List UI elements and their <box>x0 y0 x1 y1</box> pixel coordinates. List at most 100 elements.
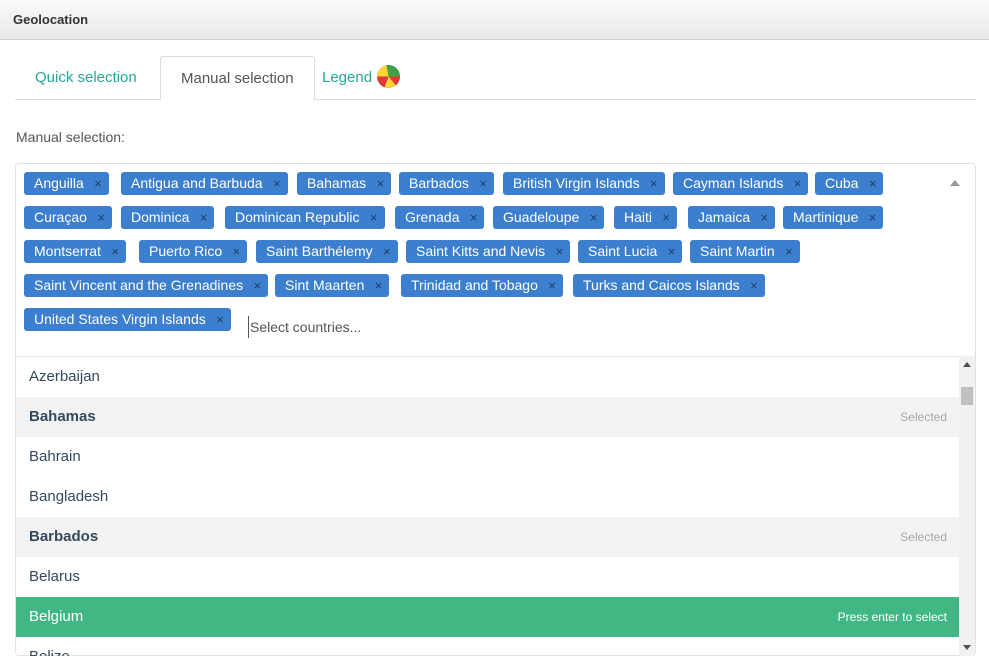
remove-tag-icon[interactable]: × <box>370 206 378 229</box>
tag-label: Antigua and Barbuda <box>131 175 263 191</box>
option-label: Belarus <box>29 568 80 585</box>
tag-curacao: Curaçao × <box>24 206 112 229</box>
option-azerbaijan[interactable]: Azerbaijan <box>16 357 959 397</box>
tag-label: Saint Barthélemy <box>266 243 373 259</box>
tag-barbados: Barbados × <box>399 172 494 195</box>
remove-tag-icon[interactable]: × <box>94 172 102 195</box>
tag-bahamas: Bahamas × <box>297 172 392 195</box>
tag-label: British Virgin Islands <box>513 175 640 191</box>
tag-label: Saint Lucia <box>588 243 658 259</box>
tag-jamaica: Jamaica × <box>688 206 776 229</box>
remove-tag-icon[interactable]: × <box>111 240 119 263</box>
remove-tag-icon[interactable]: × <box>794 172 802 195</box>
remove-tag-icon[interactable]: × <box>200 206 208 229</box>
tag-label: Saint Vincent and the Grenadines <box>34 277 244 293</box>
tag-cayman-islands: Cayman Islands × <box>673 172 809 195</box>
tab-label: Legend <box>322 69 373 86</box>
country-multiselect[interactable]: Anguilla × Antigua and Barbuda × Bahamas × … <box>15 163 976 656</box>
tag-label: Haiti <box>624 209 653 225</box>
tag-label: Puerto Rico <box>149 243 223 259</box>
tag-turks-and-caicos-islands: Turks and Caicos Islands × <box>573 274 765 297</box>
country-search-input[interactable] <box>248 316 548 338</box>
option-bahamas[interactable]: Bahamas Selected <box>16 397 959 437</box>
tag-label: Sint Maarten <box>285 277 365 293</box>
option-label: Azerbaijan <box>29 368 100 385</box>
tab-legend[interactable]: Legend <box>302 56 420 100</box>
tag-montserrat: Montserrat × <box>24 240 126 263</box>
scroll-up-arrow-icon[interactable] <box>963 362 971 367</box>
option-selected-hint: Selected <box>900 530 947 544</box>
remove-tag-icon[interactable]: × <box>556 240 564 263</box>
remove-tag-icon[interactable]: × <box>548 274 556 297</box>
option-belize[interactable]: Belize <box>16 637 959 656</box>
tag-label: Anguilla <box>34 175 84 191</box>
tag-antigua-and-barbuda: Antigua and Barbuda × <box>121 172 288 195</box>
option-label: Barbados <box>29 528 99 545</box>
tab-manual-selection[interactable]: Manual selection <box>160 56 315 101</box>
tag-united-states-virgin-islands: United States Virgin Islands × <box>24 308 231 331</box>
panel-header: Geolocation <box>0 0 989 40</box>
caret-up-icon[interactable] <box>950 180 960 186</box>
options-scrollbar[interactable] <box>959 356 975 656</box>
tag-label: United States Virgin Islands <box>34 311 206 327</box>
tag-label: Turks and Caicos Islands <box>583 277 740 293</box>
remove-tag-icon[interactable]: × <box>650 172 658 195</box>
tab-quick-selection[interactable]: Quick selection <box>15 56 157 100</box>
remove-tag-icon[interactable]: × <box>273 172 281 195</box>
remove-tag-icon[interactable]: × <box>470 206 478 229</box>
selected-tags-area[interactable]: Anguilla × Antigua and Barbuda × Bahamas × … <box>16 164 975 356</box>
tag-label: Saint Martin <box>700 243 775 259</box>
remove-tag-icon[interactable]: × <box>785 240 793 263</box>
tag-label: Martinique <box>793 209 859 225</box>
option-label: Bahrain <box>29 448 81 465</box>
remove-tag-icon[interactable]: × <box>383 240 391 263</box>
option-label: Bahamas <box>29 408 96 425</box>
option-belarus[interactable]: Belarus <box>16 557 959 597</box>
option-barbados[interactable]: Barbados Selected <box>16 517 959 557</box>
scroll-down-arrow-icon[interactable] <box>963 645 971 650</box>
tag-anguilla: Anguilla × <box>24 172 109 195</box>
remove-tag-icon[interactable]: × <box>662 206 670 229</box>
tag-label: Dominican Republic <box>235 209 360 225</box>
tag-dominica: Dominica × <box>121 206 215 229</box>
tag-saint-lucia: Saint Lucia × <box>578 240 683 263</box>
tag-label: Barbados <box>409 175 469 191</box>
remove-tag-icon[interactable]: × <box>750 274 758 297</box>
tag-saint-barthelemy: Saint Barthélemy × <box>256 240 398 263</box>
tag-trinidad-and-tobago: Trinidad and Tobago × <box>401 274 563 297</box>
option-bangladesh[interactable]: Bangladesh <box>16 477 959 517</box>
tag-cuba: Cuba × <box>815 172 884 195</box>
remove-tag-icon[interactable]: × <box>668 240 676 263</box>
tag-haiti: Haiti × <box>614 206 678 229</box>
option-press-enter-hint: Press enter to select <box>837 610 947 624</box>
tag-puerto-rico: Puerto Rico × <box>139 240 248 263</box>
tag-label: Saint Kitts and Nevis <box>416 243 546 259</box>
remove-tag-icon[interactable]: × <box>233 240 241 263</box>
tab-bar: Quick selection Manual selection Legend <box>15 56 976 101</box>
tag-label: Curaçao <box>34 209 87 225</box>
tag-label: Bahamas <box>307 175 367 191</box>
tag-saint-kitts-and-nevis: Saint Kitts and Nevis × <box>406 240 571 263</box>
remove-tag-icon[interactable]: × <box>869 172 877 195</box>
remove-tag-icon[interactable]: × <box>590 206 598 229</box>
tag-guadeloupe: Guadeloupe × <box>493 206 605 229</box>
tag-label: Cayman Islands <box>683 175 784 191</box>
option-bahrain[interactable]: Bahrain <box>16 437 959 477</box>
country-options-list: Azerbaijan Bahamas Selected Bahrain Bang… <box>16 356 959 656</box>
scroll-thumb[interactable] <box>961 387 973 405</box>
option-label: Belgium <box>29 608 84 625</box>
option-belgium[interactable]: Belgium Press enter to select <box>16 597 959 637</box>
tag-dominican-republic: Dominican Republic × <box>225 206 385 229</box>
tag-label: Guadeloupe <box>503 209 580 225</box>
remove-tag-icon[interactable]: × <box>479 172 487 195</box>
remove-tag-icon[interactable]: × <box>216 308 224 331</box>
remove-tag-icon[interactable]: × <box>869 206 877 229</box>
tag-saint-martin: Saint Martin × <box>690 240 800 263</box>
remove-tag-icon[interactable]: × <box>254 274 262 297</box>
remove-tag-icon[interactable]: × <box>377 172 385 195</box>
remove-tag-icon[interactable]: × <box>375 274 383 297</box>
option-selected-hint: Selected <box>900 410 947 424</box>
remove-tag-icon[interactable]: × <box>761 206 769 229</box>
tag-label: Grenada <box>405 209 460 225</box>
remove-tag-icon[interactable]: × <box>97 206 105 229</box>
